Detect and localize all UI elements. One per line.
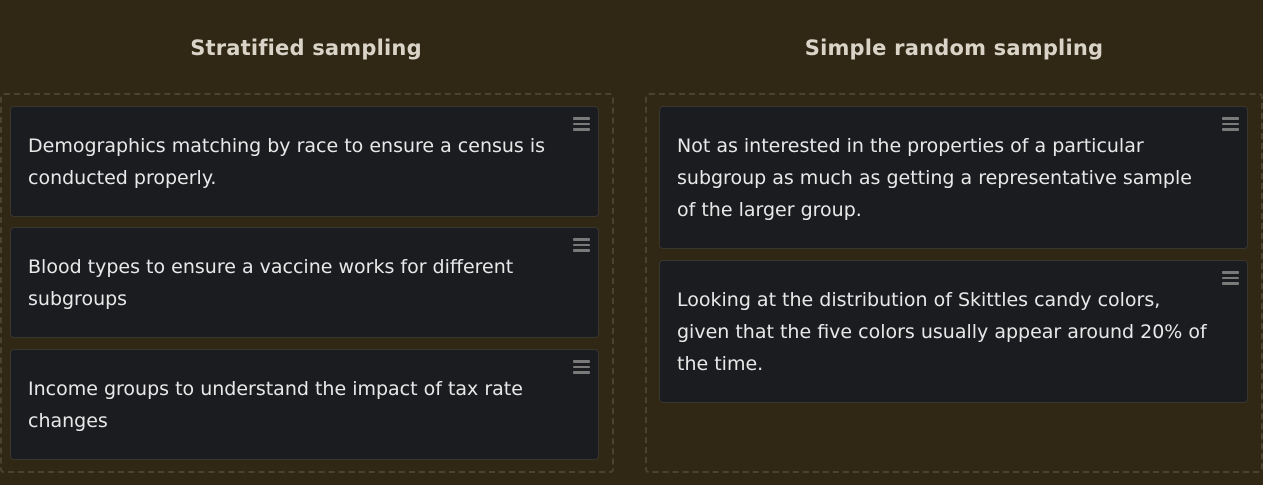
column-title-simple-random: Simple random sampling xyxy=(804,36,1104,60)
card-text: Not as interested in the properties of a… xyxy=(677,134,1192,221)
drag-handle-icon[interactable] xyxy=(573,360,590,374)
drag-handle-icon[interactable] xyxy=(1222,271,1239,285)
draggable-card[interactable]: Looking at the distribution of Skittles … xyxy=(659,260,1248,403)
drag-handle-icon[interactable] xyxy=(573,238,590,252)
drag-handle-icon[interactable] xyxy=(1222,117,1239,131)
card-text: Demographics matching by race to ensure … xyxy=(28,134,546,189)
draggable-card[interactable]: Income groups to understand the impact o… xyxy=(10,349,599,460)
draggable-card[interactable]: Demographics matching by race to ensure … xyxy=(10,106,599,217)
column-simple-random-sampling: Simple random sampling Not as interested… xyxy=(645,0,1263,485)
drag-handle-icon[interactable] xyxy=(573,117,590,131)
column-stratified-sampling: Stratified sampling Demographics matchin… xyxy=(0,0,614,485)
draggable-card[interactable]: Blood types to ensure a vaccine works fo… xyxy=(10,227,599,338)
card-text: Blood types to ensure a vaccine works fo… xyxy=(28,255,514,310)
draggable-card[interactable]: Not as interested in the properties of a… xyxy=(659,106,1248,249)
card-text: Income groups to understand the impact o… xyxy=(28,377,523,432)
card-text: Looking at the distribution of Skittles … xyxy=(677,288,1207,375)
column-title-stratified: Stratified sampling xyxy=(190,36,422,60)
